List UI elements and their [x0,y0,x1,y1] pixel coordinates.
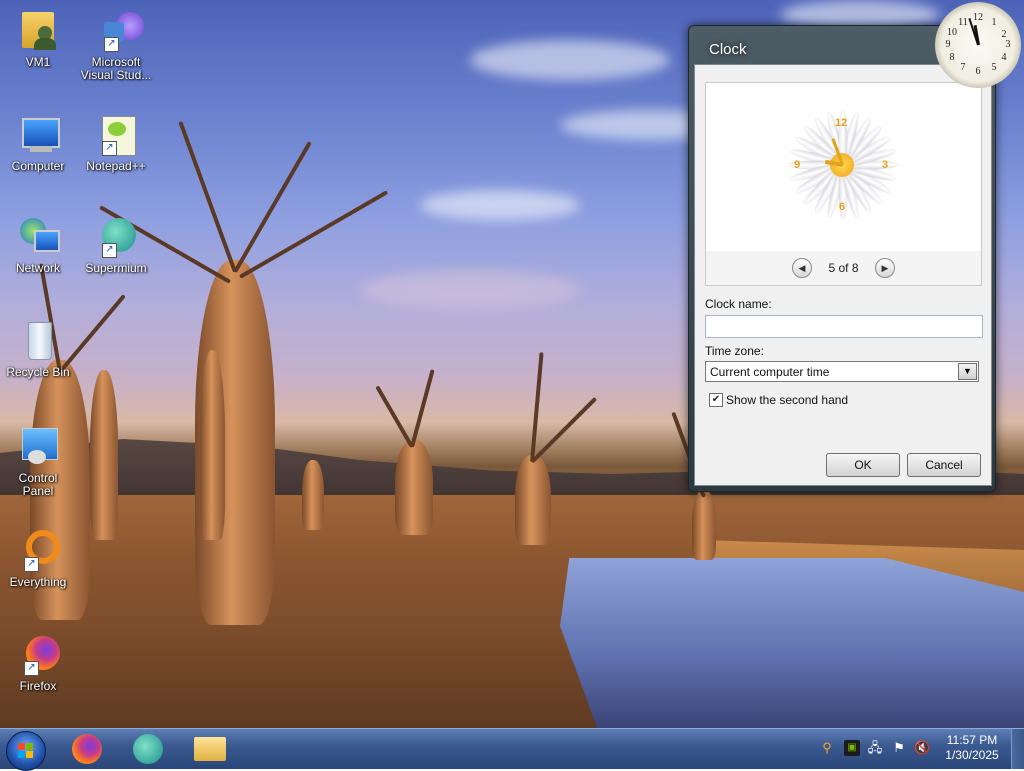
desktop-icon-recycle-bin[interactable]: Recycle Bin [2,318,74,379]
dialog-body: 12 3 6 9 ◀ 5 of 8 ▶ Clock name: Time zon… [694,64,992,486]
page-indicator: 5 of 8 [828,261,859,275]
desktop-icon-control-panel[interactable]: Control Panel [2,424,74,498]
firefox-icon [72,734,102,764]
network-icon[interactable]: 🖧 [867,740,883,756]
face-number: 12 [835,117,848,129]
desktop-icon-label: Firefox [19,679,57,693]
desktop-icon-network[interactable]: Network [2,214,74,275]
daisy-clock-face: 12 3 6 9 [782,105,902,225]
clock-name-input[interactable] [705,315,983,338]
time-zone-value: Current computer time [710,365,830,379]
desktop-icon-everything[interactable]: ↗ Everything [2,528,74,589]
visual-studio-icon: ↗ [94,8,144,52]
desktop-icon-label: Control Panel [18,471,58,498]
desktop-icon-label: Everything [9,575,67,589]
time-zone-label: Time zone: [705,344,764,358]
clock-gadget[interactable]: 12 1 2 3 4 5 6 7 8 9 10 11 [935,2,1021,88]
desktop-icon-label: Notepad++ [86,159,146,173]
control-panel-icon [16,424,60,468]
clock-number: 1 [991,17,997,28]
clock-number: 12 [973,12,983,23]
desktop-icon-computer[interactable]: Computer [2,112,74,173]
clock-date: 1/30/2025 [945,748,999,762]
supermium-icon [133,734,163,764]
clock-style-pager: ◀ 5 of 8 ▶ [705,251,982,286]
file-explorer-icon [194,737,226,761]
clock-number: 5 [991,62,997,73]
user-folder-icon [16,8,60,52]
taskbar-file-explorer[interactable] [186,731,234,767]
nvidia-icon[interactable]: ▣ [844,740,860,756]
notepadpp-icon: ↗ [94,112,138,156]
cancel-button[interactable]: Cancel [907,453,981,477]
desktop-icon-vm1[interactable]: VM1 [2,8,74,69]
ok-button[interactable]: OK [826,453,900,477]
clock-number: 3 [1005,39,1011,50]
desktop-icon-firefox[interactable]: ↗ Firefox [2,632,74,693]
system-clock[interactable]: 11:57 PM 1/30/2025 [940,733,1004,763]
taskbar: ⚲ ▣ 🖧 ⚑ 🔇 11:57 PM 1/30/2025 [0,728,1024,771]
time-zone-select[interactable]: Current computer time ▼ [705,361,979,382]
desktop-icon-visual-studio[interactable]: ↗ Microsoft Visual Stud... [80,8,152,82]
recycle-bin-icon [16,318,60,362]
desktop-icon-label: Computer [11,159,65,173]
face-number: 6 [839,201,846,213]
desktop-icon-label: Network [15,261,60,275]
clock-number: 7 [960,62,966,73]
dialog-title: Clock [709,41,747,58]
clock-number: 10 [947,27,957,38]
computer-icon [16,112,60,156]
clock-number: 8 [949,52,955,63]
desktop-icon-notepadpp[interactable]: ↗ Notepad++ [80,112,152,173]
volume-muted-icon[interactable]: 🔇 [914,740,930,756]
face-number: 3 [882,159,889,171]
clock-number: 6 [975,66,981,77]
clock-settings-dialog: Clock 12 3 6 9 ◀ 5 of 8 ▶ Clock name: Ti… [688,25,996,492]
network-icon [16,214,60,258]
desktop-icon-label: Recycle Bin [6,365,70,379]
show-second-hand-label: Show the second hand [726,393,849,407]
clock-time: 11:57 PM [946,733,998,747]
taskbar-supermium[interactable] [124,731,172,767]
clock-name-label: Clock name: [705,297,772,311]
taskbar-firefox[interactable] [64,731,112,767]
flag-icon[interactable]: ⚑ [891,740,907,756]
desktop-icon-label: Microsoft Visual Stud... [80,55,152,82]
face-number: 9 [794,159,801,171]
chevron-down-icon[interactable]: ▼ [958,363,977,380]
firefox-icon: ↗ [16,632,60,676]
clock-number: 9 [945,39,951,50]
show-desktop-button[interactable] [1011,729,1024,769]
start-button[interactable] [6,731,46,771]
desktop-icon-label: VM1 [25,55,51,69]
previous-clock-button[interactable]: ◀ [792,258,812,278]
everything-icon: ↗ [16,528,60,572]
windows-logo-icon [18,743,34,759]
desktop-icon-label: Supermium [85,261,147,275]
show-second-hand-checkbox[interactable]: ✔ [709,393,723,407]
desktop-icon-supermium[interactable]: ↗ Supermium [80,214,152,275]
supermium-icon: ↗ [94,214,138,258]
clock-preview: 12 3 6 9 [705,82,982,252]
search-icon[interactable]: ⚲ [819,740,835,756]
next-clock-button[interactable]: ▶ [875,258,895,278]
